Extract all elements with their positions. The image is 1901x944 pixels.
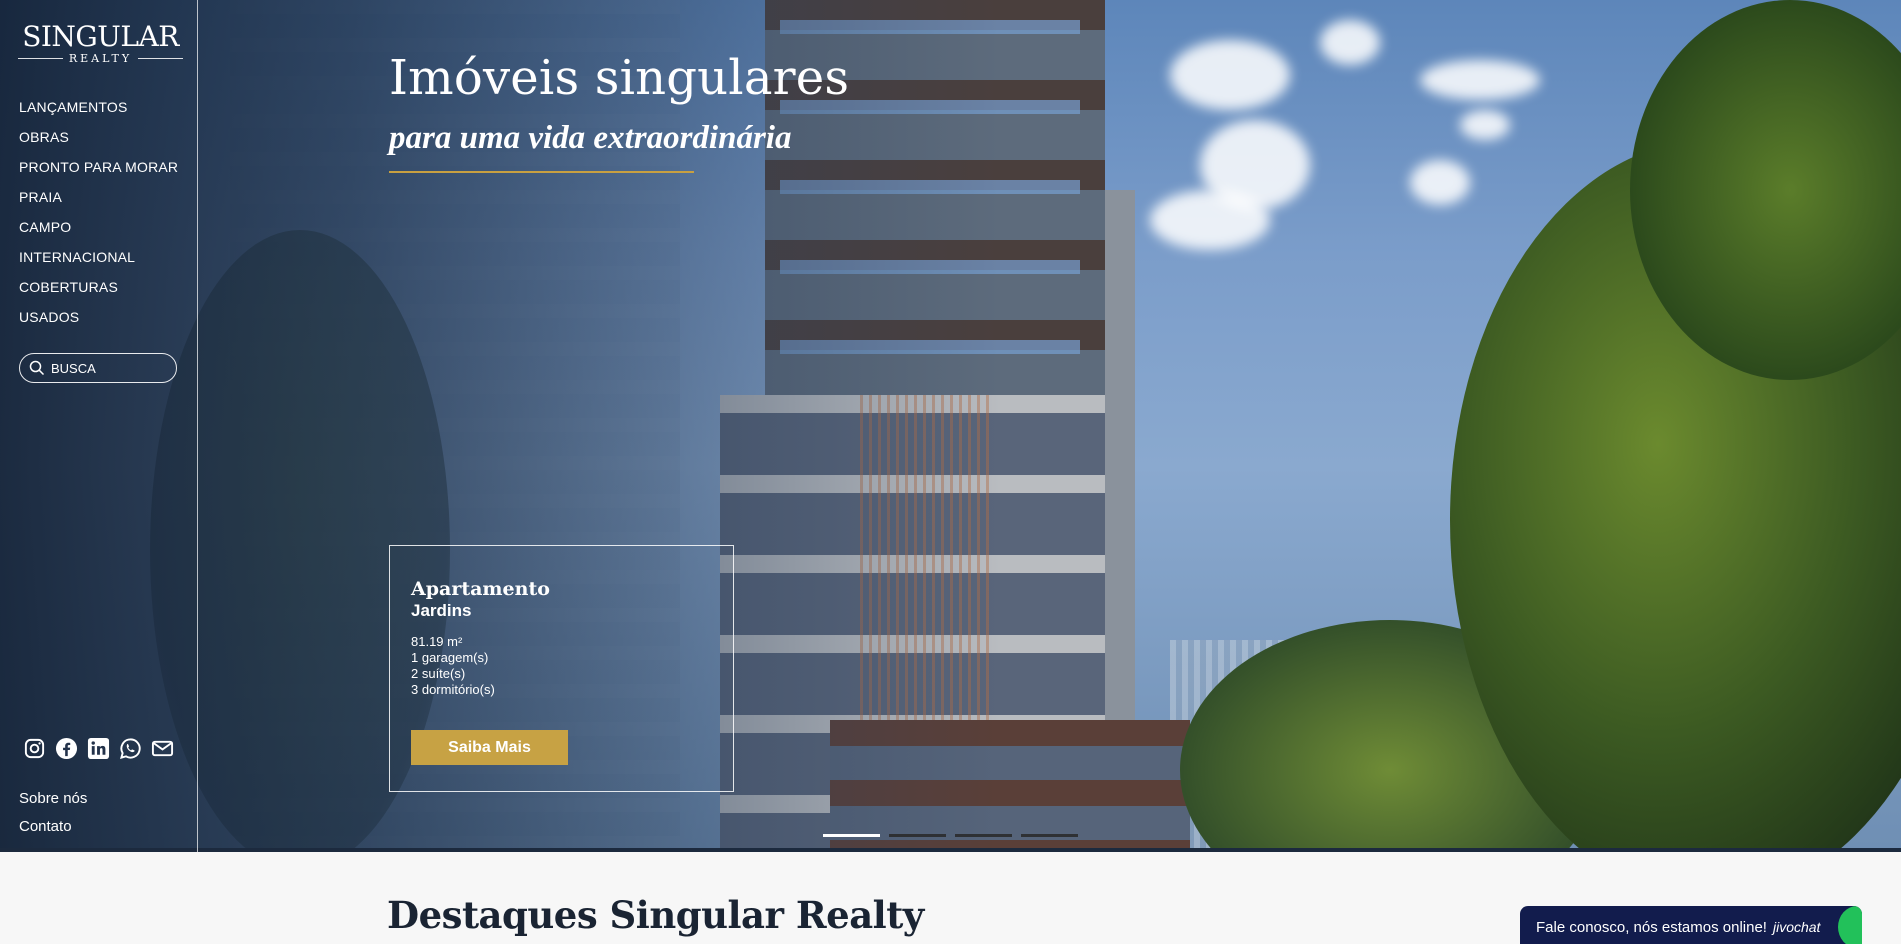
search-icon[interactable] xyxy=(29,360,45,376)
hero-banner: Imóveis singulares para uma vida extraor… xyxy=(0,0,1901,848)
nav-link-pronto-para-morar[interactable]: PRONTO PARA MORAR xyxy=(19,159,178,175)
chat-widget[interactable]: Fale conosco, nós estamos online! jivoch… xyxy=(1520,906,1862,944)
nav-item: INTERNACIONAL xyxy=(19,248,178,278)
logo-wordmark: SINGULAR xyxy=(22,20,179,53)
sidebar: SINGULAR REALTY LANÇAMENTOS OBRAS PRONTO… xyxy=(0,0,198,852)
learn-more-button[interactable]: Saiba Mais xyxy=(411,730,568,765)
cloud xyxy=(1150,190,1270,250)
contact-link[interactable]: Contato xyxy=(19,813,87,841)
logo-subtitle: REALTY xyxy=(68,52,133,65)
carousel-dot-3[interactable] xyxy=(955,834,1012,837)
property-garages: 1 garagem(s) xyxy=(411,650,489,665)
tower-side xyxy=(1105,190,1135,730)
hero-divider xyxy=(389,171,694,173)
nav-link-campo[interactable]: CAMPO xyxy=(19,219,71,235)
chat-message: Fale conosco, nós estamos online! xyxy=(1536,918,1767,936)
cloud xyxy=(1460,110,1510,140)
nav-item: CAMPO xyxy=(19,218,178,248)
cloud xyxy=(1420,60,1540,100)
carousel-dot-2[interactable] xyxy=(889,834,946,837)
nav-item: PRAIA xyxy=(19,188,178,218)
search-input[interactable] xyxy=(51,360,171,376)
hero-title: Imóveis singulares xyxy=(389,50,850,106)
about-link[interactable]: Sobre nós xyxy=(19,785,87,813)
logo-rule xyxy=(138,58,184,59)
logo-rule xyxy=(18,58,63,59)
property-bedrooms: 3 dormitório(s) xyxy=(411,682,495,697)
carousel-dot-4[interactable] xyxy=(1021,834,1078,837)
nav-item: OBRAS xyxy=(19,128,178,158)
hero-bottom-border xyxy=(0,848,1901,852)
property-area: 81.19 m² xyxy=(411,634,463,649)
whatsapp-icon[interactable] xyxy=(119,737,142,760)
cloud xyxy=(1170,40,1290,110)
property-type: Apartamento xyxy=(411,578,550,600)
logo[interactable]: SINGULAR REALTY xyxy=(18,20,184,65)
nav-item: PRONTO PARA MORAR xyxy=(19,158,178,188)
linkedin-icon[interactable] xyxy=(87,737,110,760)
property-card: Apartamento Jardins 81.19 m² 1 garagem(s… xyxy=(389,545,734,792)
footer-links: Sobre nós Contato xyxy=(19,785,87,841)
highlights-title: Destaques Singular Realty xyxy=(387,893,924,937)
property-suites: 2 suíte(s) xyxy=(411,666,466,681)
carousel-dots xyxy=(823,834,1078,837)
cloud xyxy=(1320,20,1380,65)
nav-item: COBERTURAS xyxy=(19,278,178,308)
property-specs: 81.19 m² 1 garagem(s) 2 suíte(s) 3 dormi… xyxy=(411,634,495,698)
nav-item: LANÇAMENTOS xyxy=(19,98,178,128)
main-nav: LANÇAMENTOS OBRAS PRONTO PARA MORAR PRAI… xyxy=(19,98,178,338)
nav-link-usados[interactable]: USADOS xyxy=(19,309,79,325)
nav-item: USADOS xyxy=(19,308,178,338)
nav-link-internacional[interactable]: INTERNACIONAL xyxy=(19,249,135,265)
cloud xyxy=(1410,160,1470,205)
email-icon[interactable] xyxy=(151,737,174,760)
nav-link-lancamentos[interactable]: LANÇAMENTOS xyxy=(19,99,128,115)
social-links xyxy=(23,737,174,760)
nav-link-obras[interactable]: OBRAS xyxy=(19,129,69,145)
logo-subline: REALTY xyxy=(18,52,184,65)
property-location: Jardins xyxy=(411,601,472,620)
instagram-icon[interactable] xyxy=(23,737,46,760)
search-box xyxy=(19,353,177,383)
nav-link-coberturas[interactable]: COBERTURAS xyxy=(19,279,118,295)
chat-status-indicator xyxy=(1838,906,1862,944)
carousel-dot-1[interactable] xyxy=(823,834,880,837)
facebook-icon[interactable] xyxy=(55,737,78,760)
chat-brand: jivochat xyxy=(1772,919,1821,935)
hero-subtitle: para uma vida extraordinária xyxy=(389,120,792,156)
nav-link-praia[interactable]: PRAIA xyxy=(19,189,62,205)
